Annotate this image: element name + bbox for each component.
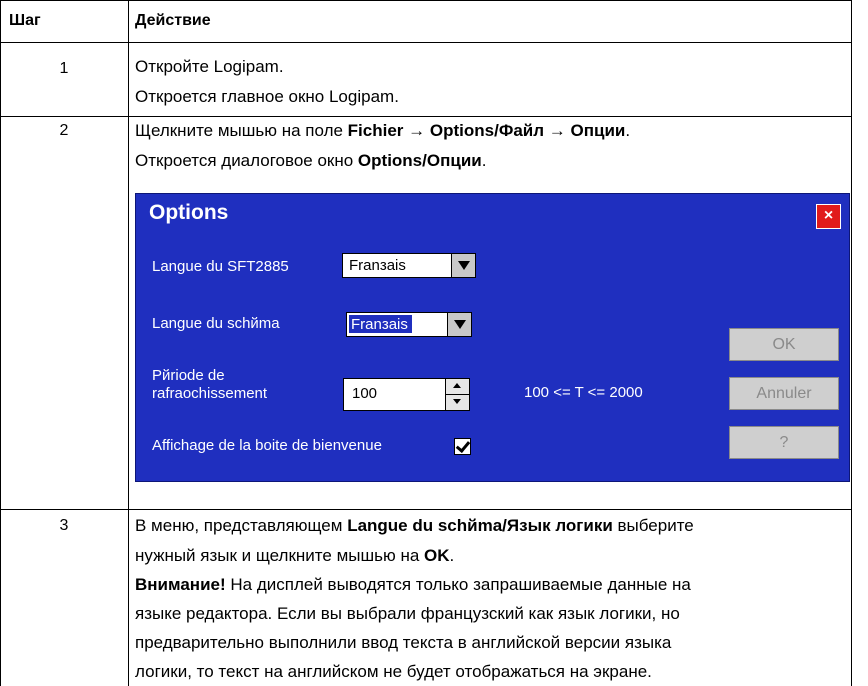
period-label-line2: rafraоchissement	[152, 385, 268, 402]
step-number-1: 1	[59, 60, 69, 77]
spin-up-icon[interactable]	[446, 379, 469, 395]
lang-schema-select[interactable]: Franзais	[346, 312, 472, 337]
lang-schema-value: Franзais	[349, 315, 412, 333]
row3-line4: языке редактора. Если вы выбрали француз…	[135, 604, 680, 623]
step-number-3: 3	[59, 517, 69, 534]
row1-line1: Откройте Logipam.	[135, 57, 284, 76]
ok-button[interactable]: OK	[729, 328, 839, 361]
row3-line6: логики, то текст на английском не будет …	[135, 662, 652, 681]
table-border-right	[851, 0, 852, 686]
row3-line1: В меню, представляющем Langue du schйma/…	[135, 516, 694, 535]
chevron-down-icon[interactable]	[447, 313, 471, 336]
lang-schema-label: Langue du schйma	[152, 315, 280, 332]
row3-line2: нужный язык и щелкните мышью на OK.	[135, 546, 455, 565]
lang-sft-select[interactable]: Franзais	[342, 253, 476, 278]
spin-down-icon[interactable]	[446, 395, 469, 410]
spinner-buttons	[445, 379, 469, 410]
cancel-button[interactable]: Annuler	[729, 377, 839, 410]
table-border-middle	[128, 0, 129, 686]
options-dialog: Options × Langue du SFT2885 Franзais Lan…	[135, 193, 850, 482]
help-button[interactable]: ?	[729, 426, 839, 459]
step-number-2: 2	[59, 122, 69, 139]
row2-line1: Щелкните мышью на поле Fichier → Options…	[135, 121, 631, 140]
header-step: Шаг	[9, 12, 41, 29]
period-value: 100	[352, 385, 378, 402]
dialog-title: Options	[149, 201, 229, 224]
table-border-left	[0, 0, 1, 686]
row1-line2: Откроется главное окно Logipam.	[135, 87, 399, 106]
chevron-down-icon[interactable]	[451, 254, 475, 277]
welcome-checkbox[interactable]	[454, 438, 471, 455]
steps-table: Шаг Действие 1 Откройте Logipam. Откроет…	[0, 0, 868, 686]
lang-sft-value: Franзais	[349, 257, 406, 274]
row2-line2: Откроется диалоговое окно Options/Опции.	[135, 151, 487, 170]
welcome-label: Affichage de la boite de bienvenue	[152, 437, 382, 454]
header-action: Действие	[135, 12, 211, 29]
period-range: 100 <= T <= 2000	[524, 384, 643, 401]
close-button[interactable]: ×	[816, 204, 841, 229]
lang-sft-label: Langue du SFT2885	[152, 258, 289, 275]
row3-line3: Внимание! На дисплей выводятся только за…	[135, 575, 691, 594]
row3-line5: предварительно выполнили ввод текста в а…	[135, 633, 672, 652]
period-spinner[interactable]: 100	[343, 378, 470, 411]
period-label-line1: Pйriode de	[152, 367, 225, 384]
